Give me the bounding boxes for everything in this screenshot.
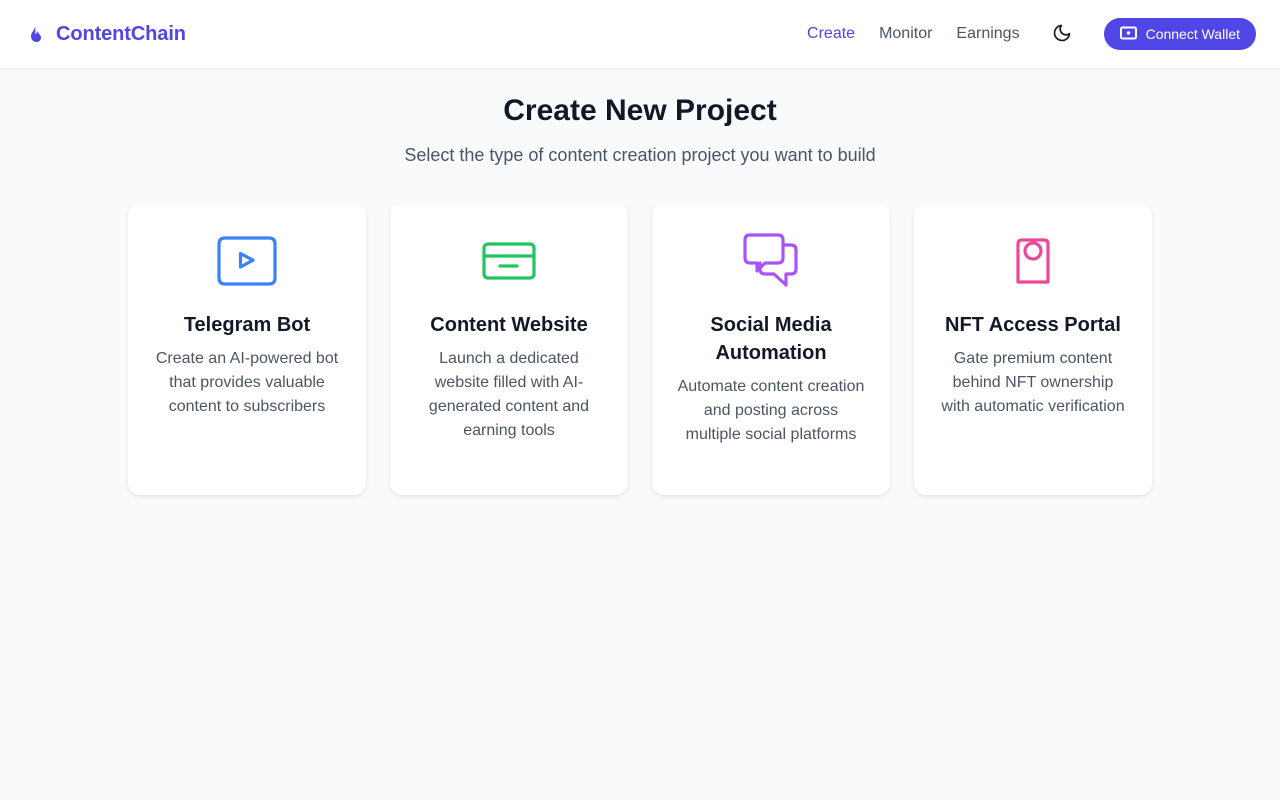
page-title: Create New Project [503,94,777,127]
card-icon [482,241,536,285]
project-card-content-website[interactable]: Content Website Launch a dedicated websi… [390,203,628,495]
main-content: Create New Project Select the type of co… [0,93,1280,495]
brand-name: ContentChain [56,22,186,45]
project-card-telegram-bot[interactable]: Telegram Bot Create an AI-powered bot th… [128,203,366,495]
nav-link-earnings[interactable]: Earnings [956,25,1019,43]
card-title: NFT Access Portal [945,314,1121,336]
project-card-social-media-automation[interactable]: Social Media Automation Automate content… [652,203,890,495]
wallet-icon [1119,26,1137,43]
connect-wallet-label: Connect Wallet [1145,26,1240,42]
video-play-icon [216,235,278,292]
chat-bubbles-icon [743,232,799,294]
connect-wallet-button[interactable]: Connect Wallet [1103,18,1256,50]
top-navbar: ContentChain Create Monitor Earnings Con… [0,0,1280,69]
card-description: Launch a dedicated website filled with A… [428,350,590,439]
card-description: Create an AI-powered bot that provides v… [155,350,339,415]
moon-icon [1052,23,1072,46]
card-title: Social Media Automation [710,314,832,364]
card-description: Automate content creation and posting ac… [677,378,865,443]
brand-logo-link[interactable]: ContentChain [26,23,186,46]
card-title: Telegram Bot [183,314,311,336]
page-subtitle: Select the type of content creation proj… [404,145,876,165]
project-card-nft-access-portal[interactable]: NFT Access Portal Gate premium content b… [914,203,1152,495]
badge-icon [1016,237,1050,289]
card-description: Gate premium content behind NFT ownershi… [941,350,1125,415]
theme-toggle-button[interactable] [1044,16,1080,52]
main-nav: Create Monitor Earnings Connect Wallet [783,16,1256,52]
card-title: Content Website [430,314,588,336]
flame-icon [26,24,46,44]
nav-link-create[interactable]: Create [807,25,855,43]
project-type-cards: Telegram Bot Create an AI-powered bot th… [0,203,1280,495]
nav-link-monitor[interactable]: Monitor [879,25,932,43]
